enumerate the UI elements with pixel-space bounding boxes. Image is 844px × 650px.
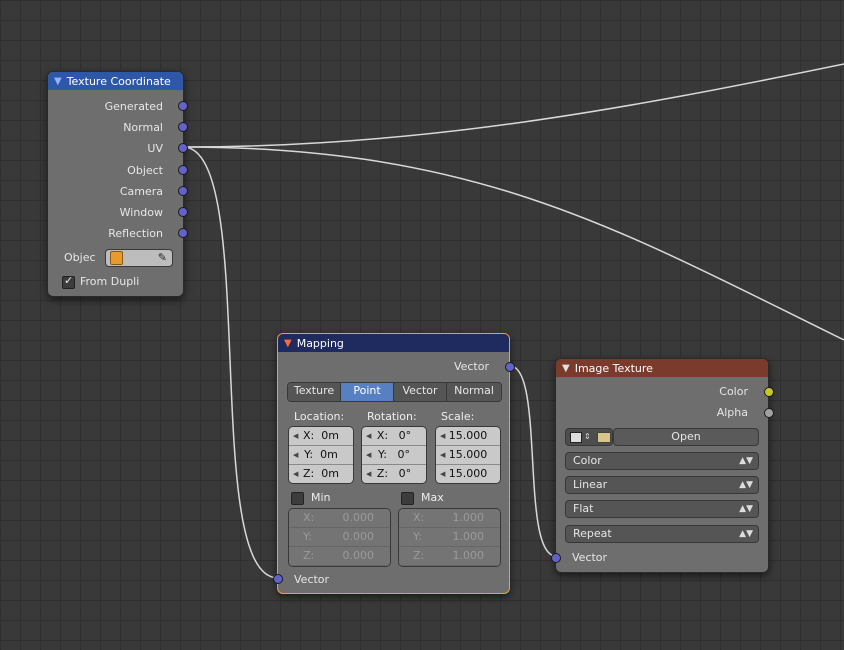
link-uv-to-offscreen-right [182,146,844,341]
texture-coordinate-node[interactable]: ▼ Texture Coordinate Generated Normal UV… [47,71,188,297]
image-texture-input-vector-label: Vector [572,551,608,564]
mapping-input-vector-label: Vector [294,573,330,586]
socket-object[interactable] [178,165,188,175]
rotation-label: Rotation: [367,410,417,423]
dropdown-arrow-icon: ▲▼ [739,456,753,466]
output-color-socket[interactable] [764,387,774,397]
scale-z-field[interactable]: ◀15.000▶ [436,465,500,483]
min-z-field: Z: 0.000 [289,547,390,566]
socket-normal[interactable] [178,122,188,132]
location-y-field[interactable]: ◀Y: 0m▶ [289,446,353,477]
mapping-node[interactable]: ▼ Mapping Vector Texture Point Vector No… [273,333,515,594]
interpolation-dropdown[interactable]: Linear ▲▼ [565,476,759,494]
open-image-button[interactable]: Open [613,428,759,446]
mapping-type-selector[interactable]: Texture Point Vector Normal [287,382,502,402]
image-icon [570,432,582,443]
type-vector-button[interactable]: Vector [394,383,447,401]
rotation-fields[interactable]: ◀X: 0°▶ ◀Y: 0°▶ ◀Z: 0°▶ [361,426,427,484]
rotation-y-field[interactable]: ◀Y: 0°▶ [362,446,426,477]
type-point-button[interactable]: Point [341,383,394,401]
output-normal-label: Normal [123,121,163,134]
collapse-triangle-icon[interactable]: ▼ [562,363,570,374]
min-x-field: X: 0.000 [289,509,390,528]
object-cube-icon [110,251,123,265]
mapping-output-vector-label: Vector [453,360,489,373]
image-texture-node[interactable]: ▼ Image Texture Color Alpha ⇕ Open Color… [551,358,774,573]
max-fields: X: 1.000 Y: 1.000 Z: 1.000 [398,508,501,567]
rotation-z-field[interactable]: ◀Z: 0°▶ [362,465,426,483]
socket-generated[interactable] [178,101,188,111]
mapping-input-vector-socket[interactable] [273,574,283,584]
rotation-x-field[interactable]: ◀X: 0°▶ [362,427,426,458]
image-texture-header[interactable]: ▼ Image Texture [556,359,768,377]
output-object-label: Object [127,164,163,177]
folder-icon [597,432,611,443]
interpolation-value: Linear [573,478,608,491]
texture-coordinate-header[interactable]: ▼ Texture Coordinate [48,72,183,90]
node-title: Image Texture [574,361,653,375]
image-browse-button[interactable]: ⇕ [565,428,613,446]
extension-dropdown[interactable]: Repeat ▲▼ [565,525,759,543]
link-uv-to-offscreen-top [182,63,844,148]
image-texture-input-vector-socket[interactable] [551,553,561,563]
collapse-triangle-icon[interactable]: ▼ [54,76,62,87]
projection-value: Flat [573,502,594,515]
object-field-label: Objec [64,251,96,264]
output-reflection-label: Reflection [108,227,163,240]
socket-camera[interactable] [178,186,188,196]
location-fields[interactable]: ◀X: 0m▶ ◀Y: 0m▶ ◀Z: 0m▶ [288,426,354,484]
output-uv-label: UV [147,142,163,155]
location-z-field[interactable]: ◀Z: 0m▶ [289,465,353,483]
color-space-dropdown[interactable]: Color ▲▼ [565,452,759,470]
extension-value: Repeat [573,527,612,540]
node-title: Mapping [296,336,344,350]
link-mapping-to-image-texture [509,365,557,557]
node-title: Texture Coordinate [66,74,171,88]
from-dupli-label: From Dupli [80,275,140,288]
type-normal-button[interactable]: Normal [447,383,501,401]
max-y-field: Y: 1.000 [399,528,500,547]
scale-label: Scale: [441,410,475,423]
projection-dropdown[interactable]: Flat ▲▼ [565,500,759,518]
dropdown-arrow-icon: ▲▼ [739,480,753,490]
scale-x-field[interactable]: ◀15.000▶ [436,427,500,458]
output-window-label: Window [119,206,163,219]
mapping-header[interactable]: ▼ Mapping [278,334,509,352]
socket-window[interactable] [178,207,188,217]
output-camera-label: Camera [119,185,163,198]
mapping-output-vector-socket[interactable] [505,362,515,372]
color-space-value: Color [573,454,602,467]
dropdown-arrow-icon: ▲▼ [739,504,753,514]
object-picker-field[interactable]: ✎ [105,249,173,267]
max-checkbox[interactable] [401,492,414,505]
dropdown-arrow-icon: ▲▼ [739,529,753,539]
output-color-label: Color [719,385,748,398]
max-x-field: X: 1.000 [399,509,500,528]
eyedropper-icon[interactable]: ✎ [158,250,167,266]
output-alpha-socket[interactable] [764,408,774,418]
location-label: Location: [294,410,345,423]
from-dupli-checkbox[interactable] [62,274,75,289]
min-checkbox[interactable] [291,492,304,505]
socket-uv[interactable] [178,143,188,153]
collapse-triangle-icon[interactable]: ▼ [284,338,292,349]
location-x-field[interactable]: ◀X: 0m▶ [289,427,353,458]
max-z-field: Z: 1.000 [399,547,500,566]
scale-y-field[interactable]: ◀15.000▶ [436,446,500,477]
socket-reflection[interactable] [178,228,188,238]
scale-fields[interactable]: ◀15.000▶ ◀15.000▶ ◀15.000▶ [435,426,501,484]
min-label: Min [311,491,331,504]
max-label: Max [421,491,444,504]
type-texture-button[interactable]: Texture [288,383,341,401]
link-uv-to-mapping-vector [182,146,279,579]
up-down-arrow-icon: ⇕ [584,432,591,441]
min-y-field: Y: 0.000 [289,528,390,547]
min-fields: X: 0.000 Y: 0.000 Z: 0.000 [288,508,391,567]
output-generated-label: Generated [104,100,163,113]
output-alpha-label: Alpha [716,406,748,419]
